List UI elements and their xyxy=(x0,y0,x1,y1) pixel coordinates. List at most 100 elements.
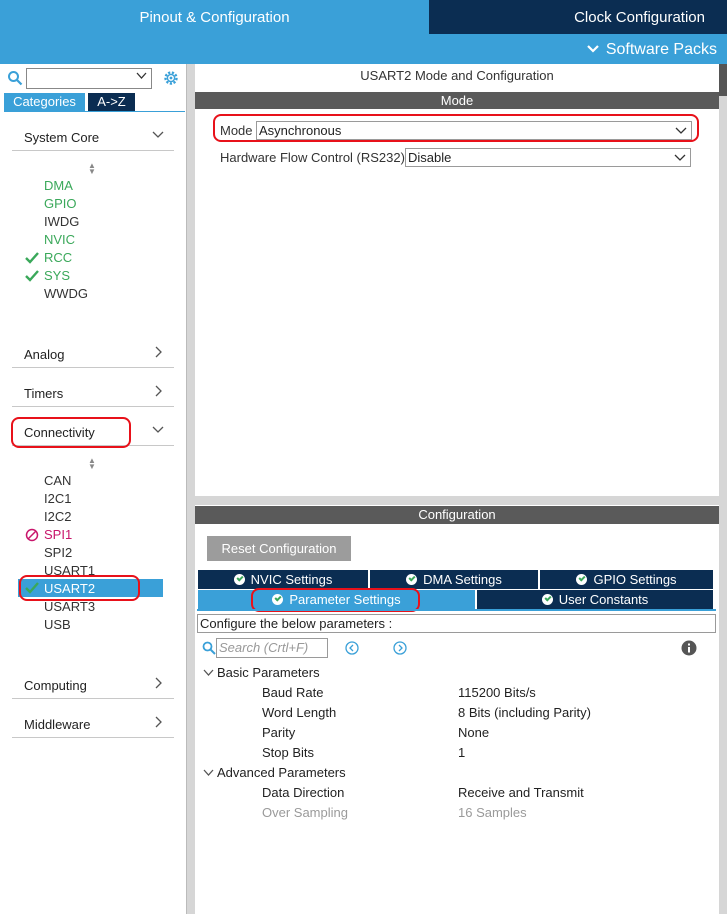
param-name-data-direction[interactable]: Data Direction xyxy=(262,785,344,800)
tab-pinout-configuration[interactable]: Pinout & Configuration xyxy=(0,0,429,34)
sidebar-search-combobox[interactable] xyxy=(26,68,152,89)
tab-label: User Constants xyxy=(558,592,649,607)
param-name-parity[interactable]: Parity xyxy=(262,725,295,740)
tab-label: Parameter Settings xyxy=(289,592,401,607)
category-label: Analog xyxy=(24,347,65,362)
param-value-data-direction[interactable]: Receive and Transmit xyxy=(458,785,584,800)
search-icon[interactable] xyxy=(7,70,23,86)
category-timers[interactable]: Timers xyxy=(12,379,174,407)
advanced-parameters-group[interactable]: Advanced Parameters xyxy=(203,765,346,780)
check-icon xyxy=(25,270,39,282)
category-analog[interactable]: Analog xyxy=(12,340,174,368)
category-computing[interactable]: Computing xyxy=(12,671,174,699)
list-item-usart2[interactable]: USART2 xyxy=(44,580,95,598)
next-result-icon[interactable] xyxy=(393,641,407,655)
right-scrollbar[interactable] xyxy=(719,64,727,914)
check-circle-icon xyxy=(233,574,245,585)
hwflow-label: Hardware Flow Control (RS232) xyxy=(220,150,405,165)
parameter-search-input[interactable]: Search (Crtl+F) xyxy=(216,638,328,658)
chevron-down-icon xyxy=(674,154,686,161)
tab-underline xyxy=(4,111,185,112)
previous-result-icon[interactable] xyxy=(345,641,359,655)
param-name-word-length[interactable]: Word Length xyxy=(262,705,336,720)
category-label: Computing xyxy=(24,678,87,693)
chevron-down-icon xyxy=(586,34,600,64)
category-label: Connectivity xyxy=(24,425,95,440)
basic-parameters-group[interactable]: Basic Parameters xyxy=(203,665,320,680)
hwflow-select-value: Disable xyxy=(408,150,452,165)
check-circle-icon xyxy=(272,594,284,605)
tab-dma-settings[interactable]: DMA Settings xyxy=(370,570,538,589)
mode-section-header: Mode xyxy=(195,92,719,109)
list-item-usart3[interactable]: USART3 xyxy=(44,598,95,616)
list-item-rcc[interactable]: RCC xyxy=(44,249,72,267)
list-item-spi1[interactable]: SPI1 xyxy=(44,526,72,544)
list-item-usb[interactable]: USB xyxy=(44,616,71,634)
tab-software-packs[interactable]: Software Packs xyxy=(0,34,727,64)
check-circle-icon xyxy=(576,574,588,585)
list-item-i2c2[interactable]: I2C2 xyxy=(44,508,71,526)
category-connectivity[interactable]: Connectivity xyxy=(12,418,174,446)
tab-user-constants[interactable]: User Constants xyxy=(477,590,713,609)
check-circle-icon xyxy=(406,574,418,585)
tab-underline xyxy=(197,609,716,611)
tab-nvic-settings[interactable]: NVIC Settings xyxy=(198,570,368,589)
check-circle-icon xyxy=(541,594,553,605)
chevron-down-icon xyxy=(203,669,217,680)
list-item-dma[interactable]: DMA xyxy=(44,177,73,195)
group-label: Basic Parameters xyxy=(217,665,320,680)
list-item-spi2[interactable]: SPI2 xyxy=(44,544,72,562)
chevron-down-icon xyxy=(675,127,687,134)
param-name-baud-rate[interactable]: Baud Rate xyxy=(262,685,323,700)
categories-sidebar: Categories A->Z xyxy=(0,64,187,914)
software-packs-label: Software Packs xyxy=(605,41,717,58)
reset-configuration-button[interactable]: Reset Configuration xyxy=(207,536,351,561)
chevron-down-icon xyxy=(152,426,164,433)
param-name-stop-bits[interactable]: Stop Bits xyxy=(262,745,314,760)
list-item-sys[interactable]: SYS xyxy=(44,267,70,285)
category-label: Middleware xyxy=(24,717,91,732)
app-root: Pinout & Configuration Clock Configurati… xyxy=(0,0,727,914)
sort-icon[interactable]: ▲ ▼ xyxy=(88,162,96,176)
tab-label: NVIC Settings xyxy=(250,572,333,587)
disabled-icon xyxy=(25,528,39,542)
param-value-parity[interactable]: None xyxy=(458,725,489,740)
param-value-baud-rate[interactable]: 115200 Bits/s xyxy=(458,685,536,700)
list-item-nvic[interactable]: NVIC xyxy=(44,231,75,249)
mode-select[interactable]: Asynchronous xyxy=(256,121,692,140)
list-item-usart1[interactable]: USART1 xyxy=(44,562,95,580)
list-item-wwdg[interactable]: WWDG xyxy=(44,285,88,303)
collapse-panel-handle[interactable] xyxy=(719,64,727,96)
sidebar-scrollbar[interactable] xyxy=(187,64,195,914)
chevron-right-icon xyxy=(155,346,162,358)
chevron-right-icon xyxy=(155,677,162,689)
pane-splitter[interactable] xyxy=(195,496,719,505)
chevron-down-icon xyxy=(136,72,147,83)
tab-a-to-z[interactable]: A->Z xyxy=(88,93,135,111)
category-system-core[interactable]: System Core xyxy=(12,123,174,151)
info-icon[interactable] xyxy=(681,640,697,656)
param-value-word-length[interactable]: 8 Bits (including Parity) xyxy=(458,705,591,720)
list-item-i2c1[interactable]: I2C1 xyxy=(44,490,71,508)
tab-clock-configuration[interactable]: Clock Configuration xyxy=(429,0,727,34)
gear-icon[interactable] xyxy=(162,69,180,87)
list-item-iwdg[interactable]: IWDG xyxy=(44,213,79,231)
param-value-over-sampling: 16 Samples xyxy=(458,805,527,820)
top-tab-bar: Pinout & Configuration Clock Configurati… xyxy=(0,0,727,64)
tab-label: DMA Settings xyxy=(423,572,502,587)
chevron-right-icon xyxy=(155,385,162,397)
tab-gpio-settings[interactable]: GPIO Settings xyxy=(540,570,713,589)
list-item-gpio[interactable]: GPIO xyxy=(44,195,77,213)
sort-icon[interactable]: ▲ ▼ xyxy=(88,457,96,471)
param-value-stop-bits[interactable]: 1 xyxy=(458,745,465,760)
category-middleware[interactable]: Middleware xyxy=(12,710,174,738)
tab-categories[interactable]: Categories xyxy=(4,93,85,111)
check-icon xyxy=(25,582,39,594)
param-name-over-sampling: Over Sampling xyxy=(262,805,348,820)
mode-select-value: Asynchronous xyxy=(259,123,342,138)
hwflow-select[interactable]: Disable xyxy=(405,148,691,167)
list-item-can[interactable]: CAN xyxy=(44,472,71,490)
configure-hint: Configure the below parameters : xyxy=(197,614,716,633)
tab-parameter-settings[interactable]: Parameter Settings xyxy=(198,590,475,609)
check-icon xyxy=(25,252,39,264)
